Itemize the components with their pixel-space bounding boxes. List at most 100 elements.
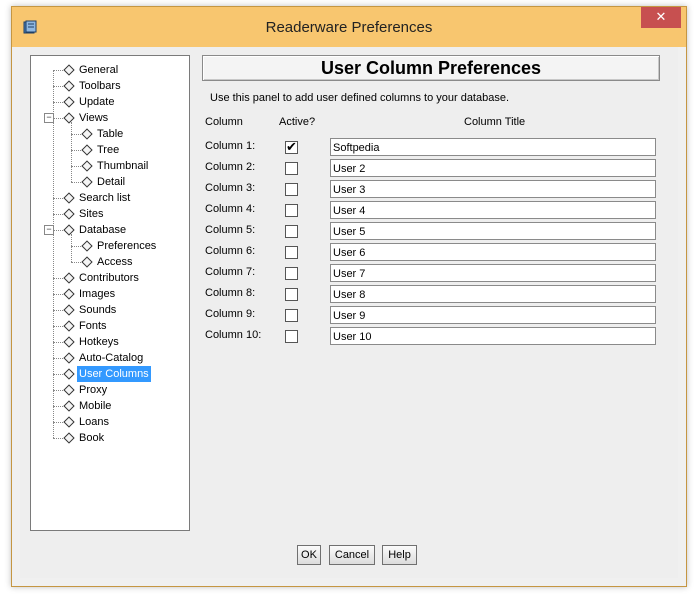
tree-item-label: Database (79, 224, 127, 236)
tree-node-icon (63, 304, 75, 316)
column-row-label: Column 3: (205, 182, 256, 194)
tree-item-label: User Columns (77, 366, 151, 382)
active-checkbox[interactable] (285, 183, 298, 196)
preferences-window: Readerware Preferences ✕ General Toolbars… (11, 6, 687, 587)
tree-item-mobile[interactable]: Mobile (31, 398, 187, 414)
tree-item-contributors[interactable]: Contributors (31, 270, 187, 286)
window-title: Readerware Preferences (265, 19, 433, 36)
tree-node-icon (63, 432, 75, 444)
tree-item-hotkeys[interactable]: Hotkeys (31, 334, 187, 350)
active-checkbox[interactable] (285, 246, 298, 259)
title-bar[interactable]: Readerware Preferences ✕ (12, 7, 686, 47)
tree-item-table[interactable]: Table (31, 126, 187, 142)
tree-item-label: Proxy (79, 384, 108, 396)
tree-guide-line (53, 70, 54, 438)
user-columns-panel: User Column Preferences Use this panel t… (202, 55, 678, 538)
tree-node-icon (63, 352, 75, 364)
tree-item-images[interactable]: Images (31, 286, 187, 302)
active-checkbox[interactable] (285, 225, 298, 238)
help-button[interactable]: Help (382, 545, 417, 565)
preferences-tree[interactable]: General Toolbars Update Views − Table Tree Thum… (30, 55, 190, 531)
tree-item-sites[interactable]: Sites (31, 206, 187, 222)
tree-item-user-columns[interactable]: User Columns (31, 366, 187, 382)
column-title-field[interactable]: User 10 (330, 327, 656, 345)
tree-item-proxy[interactable]: Proxy (31, 382, 187, 398)
tree-item-label: Contributors (79, 272, 139, 284)
column-title-field[interactable]: User 7 (330, 264, 656, 282)
tree-node-icon (63, 416, 75, 428)
tree-item-label: Access (97, 256, 133, 268)
column-title-field[interactable]: Softpedia (330, 138, 656, 156)
close-button[interactable]: ✕ (641, 7, 681, 28)
tree-item-book[interactable]: Book (31, 430, 187, 446)
active-checkbox[interactable] (285, 330, 298, 343)
tree-node-icon (63, 64, 75, 76)
tree-item-label: Loans (79, 416, 109, 428)
active-checkbox[interactable] (285, 267, 298, 280)
active-checkbox[interactable] (285, 309, 298, 322)
tree-item-label: Sounds (79, 304, 117, 316)
tree-node-icon (63, 336, 75, 348)
column-row-label: Column 10: (205, 329, 262, 341)
tree-item-label: Auto-Catalog (79, 352, 144, 364)
tree-item-label: Mobile (79, 400, 112, 412)
tree-item-sounds[interactable]: Sounds (31, 302, 187, 318)
tree-node-icon (63, 384, 75, 396)
tree-item-loans[interactable]: Loans (31, 414, 187, 430)
tree-item-access[interactable]: Access (31, 254, 187, 270)
active-checkbox[interactable] (285, 162, 298, 175)
tree-item-toolbars[interactable]: Toolbars (31, 78, 187, 94)
tree-item-update[interactable]: Update (31, 94, 187, 110)
tree-node-icon (63, 80, 75, 92)
tree-item-general[interactable]: General (31, 62, 187, 78)
tree-item-tree[interactable]: Tree (31, 142, 187, 158)
column-title-field[interactable]: User 8 (330, 285, 656, 303)
tree-item-label: General (79, 64, 119, 76)
tree-item-label: Thumbnail (97, 160, 149, 172)
tree-item-fonts[interactable]: Fonts (31, 318, 187, 334)
column-title-field[interactable]: User 2 (330, 159, 656, 177)
checkmark-icon: ✔ (286, 139, 297, 154)
tree-item-label: Images (79, 288, 116, 300)
tree-item-search-list[interactable]: Search list (31, 190, 187, 206)
tree-node-icon (63, 400, 75, 412)
tree-item-views[interactable]: Views − (31, 110, 187, 126)
column-title-field[interactable]: User 3 (330, 180, 656, 198)
column-title-field[interactable]: User 6 (330, 243, 656, 261)
column-title-field[interactable]: User 9 (330, 306, 656, 324)
dialog-body: General Toolbars Update Views − Table Tree Thum… (20, 47, 678, 578)
column-header-column: Column (205, 116, 243, 128)
tree-node-icon (63, 96, 75, 108)
column-row-label: Column 2: (205, 161, 256, 173)
tree-node-icon (63, 272, 75, 284)
column-title-field[interactable]: User 5 (330, 222, 656, 240)
column-row-label: Column 6: (205, 245, 256, 257)
tree-node-icon (81, 128, 93, 140)
tree-node-icon (63, 288, 75, 300)
column-title-field[interactable]: User 4 (330, 201, 656, 219)
tree-item-label: Book (79, 432, 105, 444)
active-checkbox[interactable]: ✔ (285, 139, 298, 154)
tree-item-database[interactable]: Database − (31, 222, 187, 238)
tree-item-label: Update (79, 96, 115, 108)
active-checkbox[interactable] (285, 288, 298, 301)
panel-title: User Column Preferences (202, 55, 660, 81)
tree-item-label: Preferences (97, 240, 157, 252)
tree-item-label: Search list (79, 192, 131, 204)
tree-guide-line (71, 234, 72, 262)
tree-item-label: Fonts (79, 320, 107, 332)
tree-item-preferences[interactable]: Preferences (31, 238, 187, 254)
tree-item-label: Table (97, 128, 124, 140)
tree-node-icon (81, 176, 93, 188)
tree-item-auto-catalog[interactable]: Auto-Catalog (31, 350, 187, 366)
tree-item-label: Sites (79, 208, 104, 220)
column-header-title: Column Title (464, 116, 526, 128)
ok-button[interactable]: OK (297, 545, 321, 565)
tree-node-icon (63, 192, 75, 204)
tree-item-detail[interactable]: Detail (31, 174, 187, 190)
active-checkbox[interactable] (285, 204, 298, 217)
tree-item-thumbnail[interactable]: Thumbnail (31, 158, 187, 174)
tree-node-icon (81, 256, 93, 268)
column-row-label: Column 4: (205, 203, 256, 215)
cancel-button[interactable]: Cancel (329, 545, 375, 565)
